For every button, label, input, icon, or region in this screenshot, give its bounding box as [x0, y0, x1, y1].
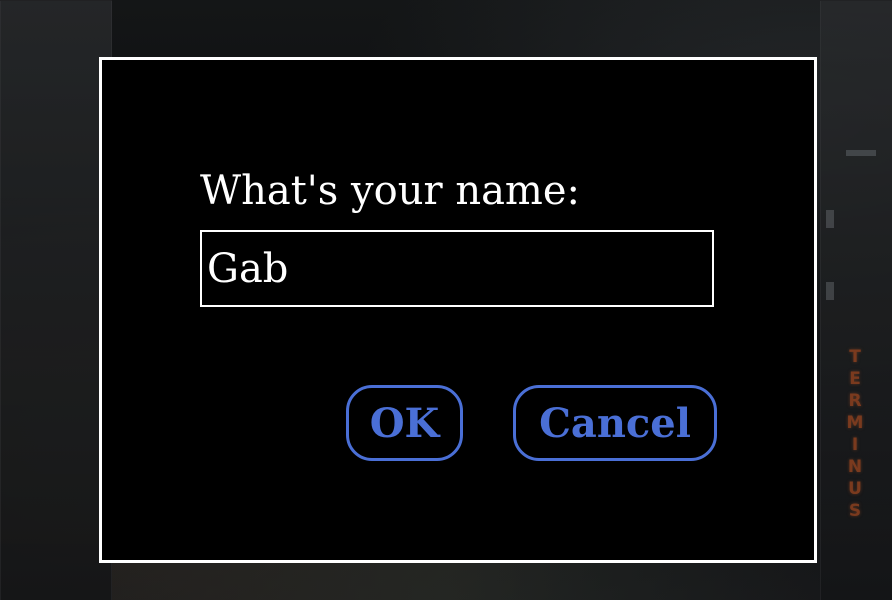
sign-letter: M — [846, 413, 864, 433]
cancel-button[interactable]: Cancel — [513, 385, 717, 461]
background-window — [846, 150, 876, 156]
sign-letter: N — [847, 457, 863, 477]
background-window — [826, 210, 834, 228]
name-prompt-label: What's your name: — [200, 168, 580, 214]
sign-letter: S — [848, 501, 862, 521]
background-building-left — [0, 0, 112, 600]
sign-letter: I — [851, 435, 859, 455]
sign-letter: U — [848, 479, 862, 499]
background-window — [826, 282, 834, 300]
sign-letter: R — [848, 391, 862, 411]
ok-button[interactable]: OK — [346, 385, 463, 461]
terminus-sign: T E R M I N U S — [842, 346, 868, 546]
name-input[interactable] — [200, 230, 714, 307]
name-prompt-dialog: What's your name: OK Cancel — [99, 57, 817, 563]
sign-letter: T — [849, 347, 861, 367]
sign-letter: E — [849, 369, 861, 389]
